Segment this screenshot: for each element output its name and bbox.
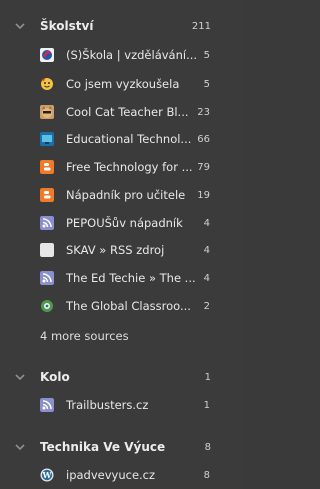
feed-count: 79 — [197, 161, 210, 173]
folder-title: Kolo — [40, 370, 70, 384]
feed-item[interactable]: SKAV » RSS zdroj 4 — [0, 238, 243, 262]
blogger-icon — [40, 188, 54, 202]
rss-icon — [40, 271, 54, 285]
feed-item[interactable]: Free Technology for ... 79 — [0, 155, 243, 179]
feed-count: 2 — [203, 300, 210, 312]
feed-title: Educational Technol... — [66, 132, 192, 146]
feed-count: 8 — [203, 469, 210, 481]
folder-skolstvi[interactable]: Školství 211 — [0, 13, 243, 39]
svg-text:W: W — [42, 470, 53, 480]
feed-item[interactable]: Cool Cat Teacher Bl... 23 — [0, 100, 243, 124]
folder-title: Školství — [40, 19, 94, 33]
feed-title: PEPOUŠův nápadník — [66, 216, 183, 230]
folder-technika-ve-vyuce[interactable]: Technika Ve Výuce 8 — [0, 434, 243, 460]
blank-icon — [40, 243, 54, 257]
emoji-face-icon — [40, 77, 54, 91]
feed-title: (S)Škola | vzdělávání... — [66, 48, 198, 62]
chevron-down-icon[interactable] — [14, 371, 26, 383]
feed-count: 1 — [203, 399, 210, 411]
folder-count: 211 — [191, 20, 211, 32]
feed-item[interactable]: Educational Technol... 66 — [0, 127, 243, 151]
folder-kolo[interactable]: Kolo 1 — [0, 364, 243, 390]
more-sources-link[interactable]: 4 more sources — [40, 329, 129, 343]
feed-title: Free Technology for ... — [66, 160, 193, 174]
chevron-down-icon[interactable] — [14, 20, 26, 32]
wordpress-icon: W — [40, 468, 54, 482]
feed-item[interactable]: Co jsem vyzkoušela 5 — [0, 72, 243, 96]
feed-count: 4 — [203, 272, 210, 284]
feed-title: Nápadník pro učitele — [66, 188, 186, 202]
feed-item[interactable]: W ipadvevyuce.cz 8 — [0, 463, 243, 487]
feed-title: ipadvevyuce.cz — [66, 468, 156, 482]
feed-count: 23 — [197, 106, 210, 118]
feed-title: SKAV » RSS zdroj — [66, 243, 165, 257]
feed-item[interactable]: The Ed Techie » The ... 4 — [0, 266, 243, 290]
folder-count: 1 — [204, 371, 211, 383]
folder-count: 8 — [204, 441, 211, 453]
sskola-icon — [40, 48, 54, 62]
feed-item[interactable]: Trailbusters.cz 1 — [0, 393, 243, 417]
feed-title: The Ed Techie » The ... — [66, 271, 196, 285]
feed-count: 4 — [203, 217, 210, 229]
feed-title: Co jsem vyzkoušela — [66, 77, 180, 91]
feed-count: 4 — [203, 244, 210, 256]
feed-sidebar: Školství 211 (S)Škola | vzdělávání... 5 … — [0, 0, 243, 489]
globe-icon — [40, 299, 54, 313]
feed-title: The Global Classroo... — [66, 299, 191, 313]
feed-count: 19 — [197, 189, 210, 201]
feed-count: 5 — [203, 78, 210, 90]
chevron-down-icon[interactable] — [14, 441, 26, 453]
rss-icon — [40, 216, 54, 230]
feed-count: 66 — [197, 133, 210, 145]
folder-title: Technika Ve Výuce — [40, 440, 166, 454]
rss-icon — [40, 398, 54, 412]
feed-item[interactable]: The Global Classroo... 2 — [0, 294, 243, 318]
feed-item[interactable]: (S)Škola | vzdělávání... 5 — [0, 43, 243, 67]
feed-item[interactable]: PEPOUŠův nápadník 4 — [0, 211, 243, 235]
blogger-icon — [40, 160, 54, 174]
cool-cat-icon — [40, 105, 54, 119]
edtech-icon — [40, 132, 54, 146]
feed-item[interactable]: Nápadník pro učitele 19 — [0, 183, 243, 207]
feed-title: Cool Cat Teacher Bl... — [66, 105, 189, 119]
feed-title: Trailbusters.cz — [66, 398, 149, 412]
feed-count: 5 — [203, 49, 210, 61]
